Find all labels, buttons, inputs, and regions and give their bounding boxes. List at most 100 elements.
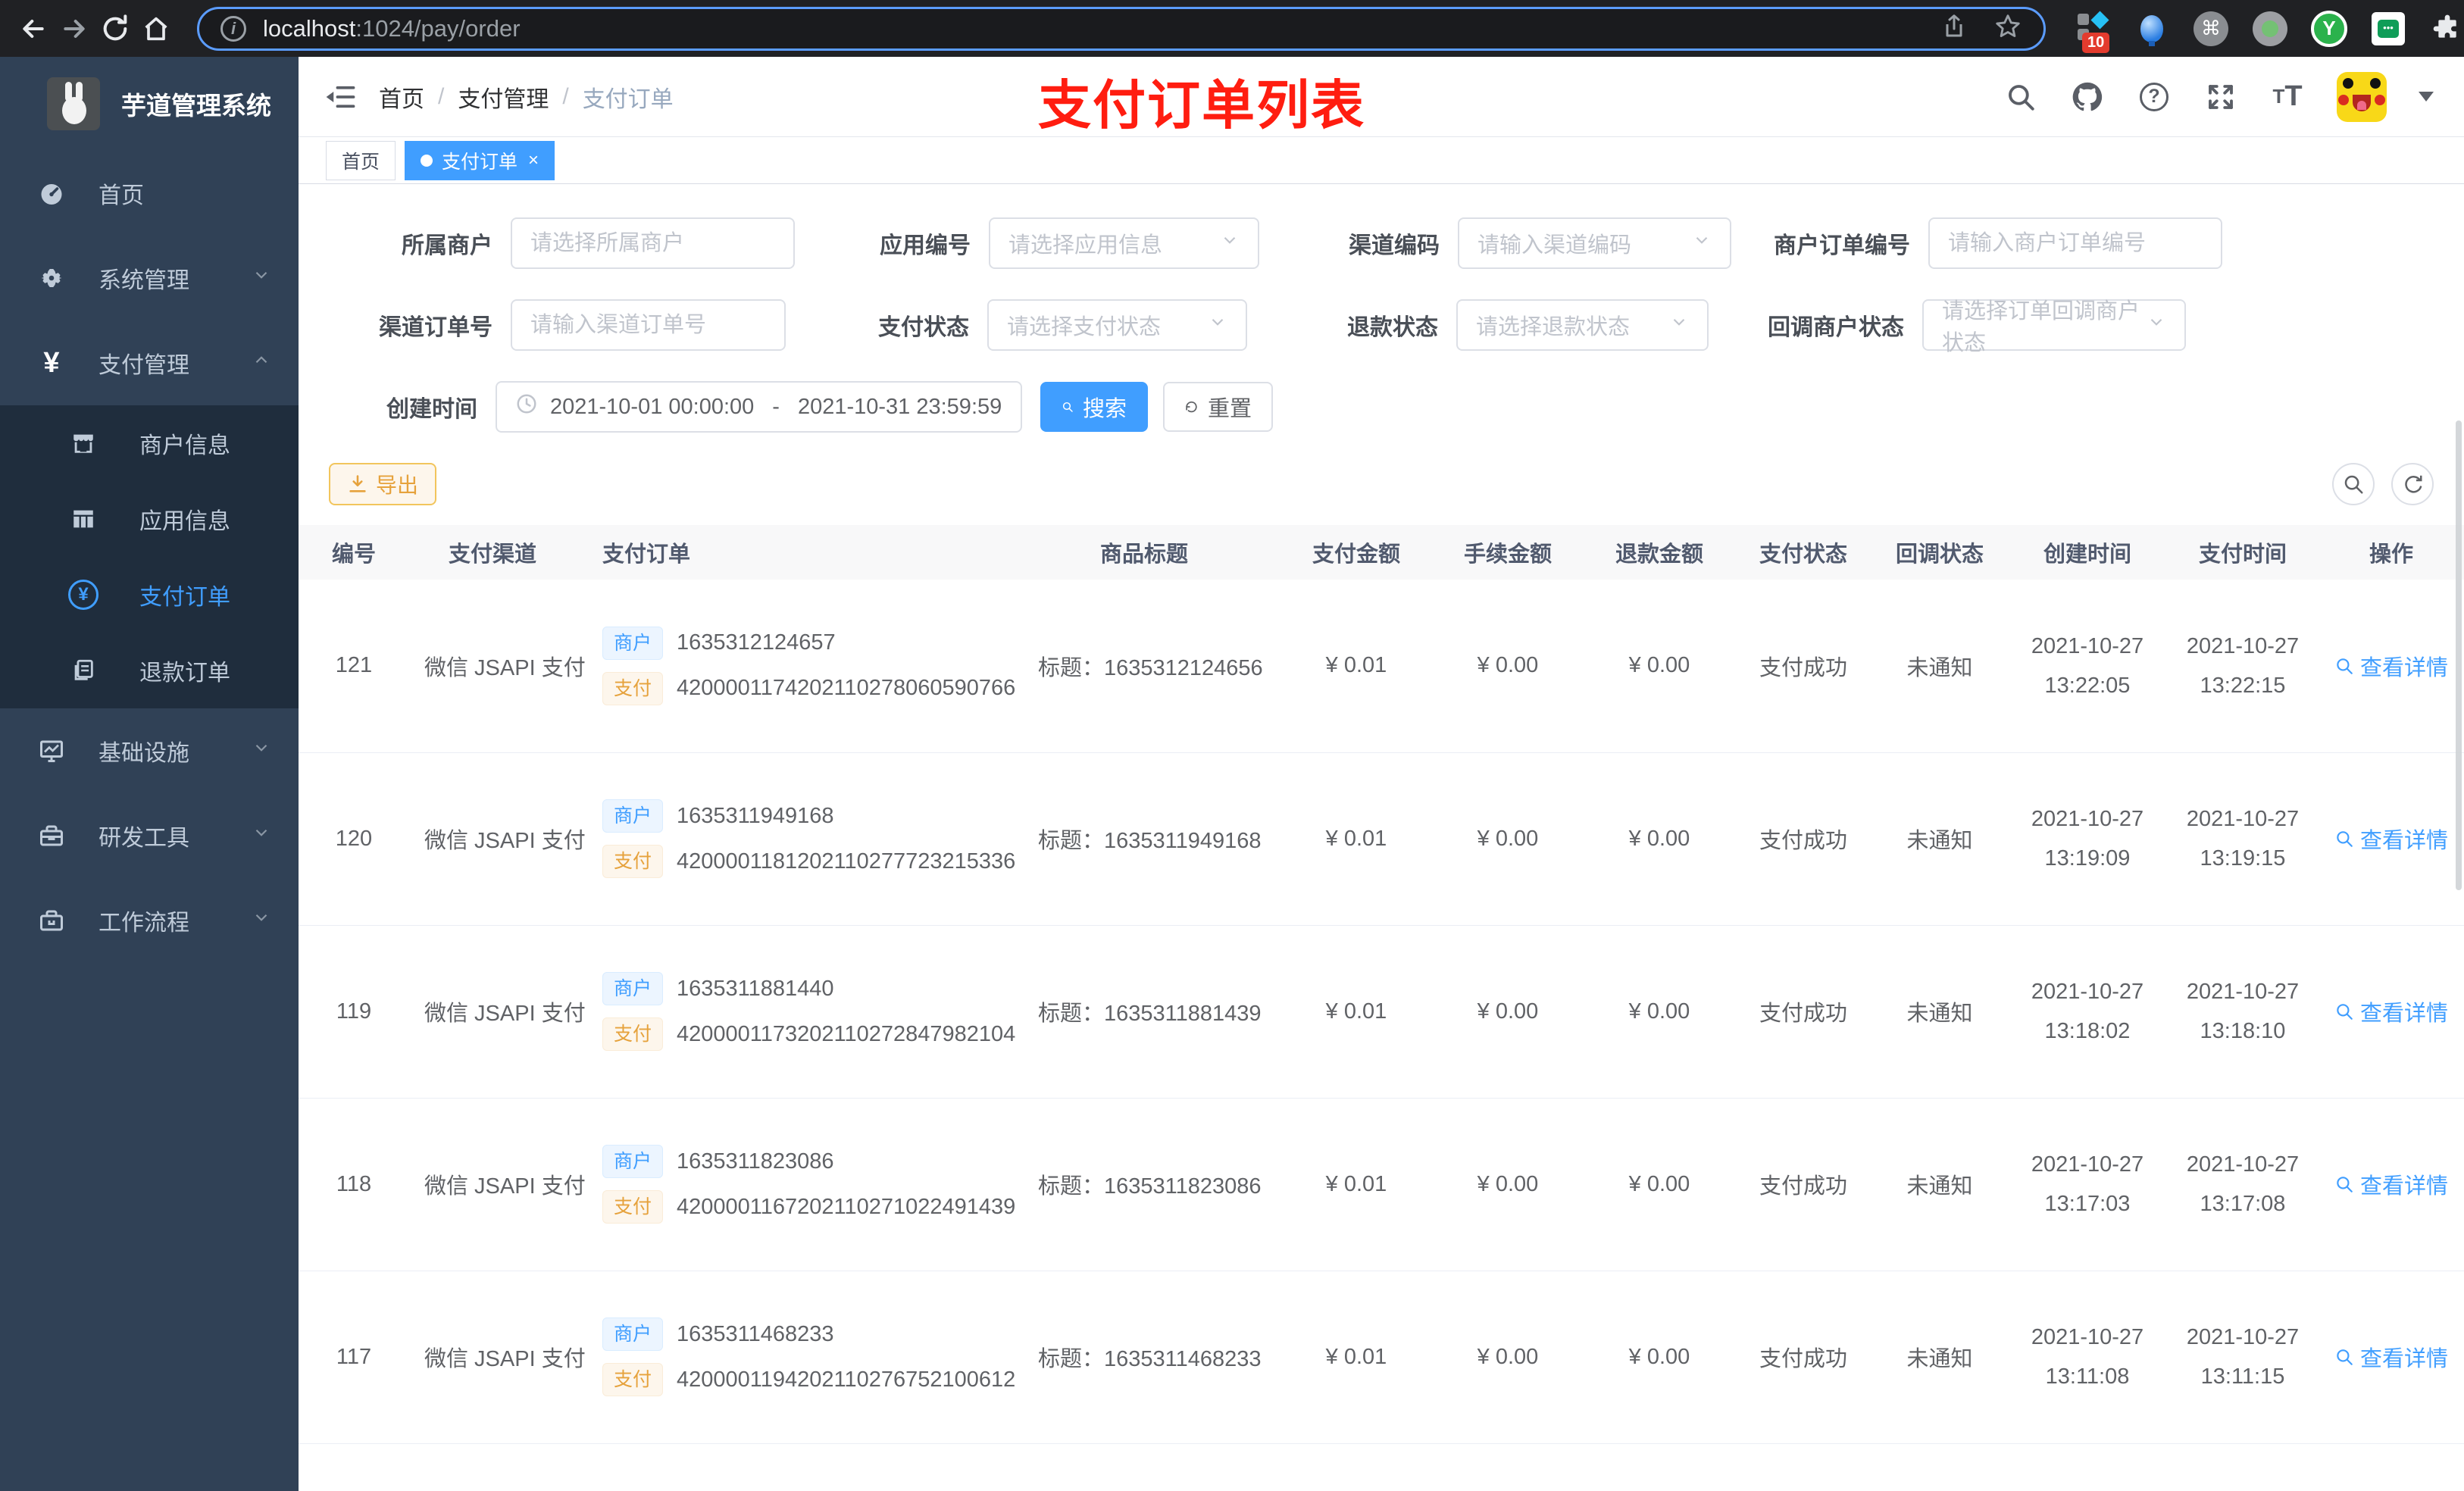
sidebar-item-infrastructure[interactable]: 基础设施	[0, 708, 299, 793]
channel-pay-no: 4200001167202110271022491439	[677, 1194, 1016, 1219]
create-time-label: 创建时间	[386, 397, 477, 422]
refund-amount: ¥ 0.00	[1584, 1271, 1735, 1444]
table-row: 120 微信 JSAPI 支付 商户 1635311949168 支付 420000…	[299, 752, 2464, 926]
merchant-input[interactable]	[511, 217, 795, 269]
breadcrumb-current: 支付订单	[582, 86, 674, 112]
topbar: 首页 / 支付管理 / 支付订单 支付订单列表 ? TT	[299, 57, 2464, 137]
pay-status: 支付成功	[1735, 925, 1871, 1099]
tab-pay-order[interactable]: 支付订单 ×	[405, 140, 555, 180]
view-detail-link[interactable]: 查看详情	[2334, 823, 2448, 855]
breadcrumb-home[interactable]: 首页	[379, 80, 424, 114]
extensions-puzzle-icon[interactable]	[2429, 11, 2464, 47]
goods-title: 标题：1635312124656	[1008, 580, 1280, 753]
extension-dot-icon[interactable]	[2252, 11, 2288, 47]
view-detail-link[interactable]: 查看详情	[2334, 650, 2448, 682]
home-icon[interactable]	[141, 11, 171, 47]
extensions-row: 10 ⌘ Y	[2075, 10, 2464, 53]
sidebar-item-merchant-info[interactable]: 商户信息	[0, 405, 299, 481]
notify-status-select[interactable]: 请选择订单回调商户状态	[1922, 299, 2186, 355]
extension-y-icon[interactable]: Y	[2311, 10, 2347, 47]
help-icon[interactable]: ?	[2137, 80, 2172, 114]
channel-order-no-input[interactable]	[511, 299, 786, 351]
extension-devtools-icon[interactable]: 10	[2075, 10, 2111, 53]
sidebar-fold-icon[interactable]	[321, 78, 359, 116]
refund-amount: ¥ 0.00	[1584, 752, 1735, 926]
yen-circle-icon: ¥	[67, 580, 100, 610]
pay-status: 支付成功	[1735, 580, 1871, 753]
sidebar-item-workflow[interactable]: 工作流程	[0, 878, 299, 963]
sidebar-item-system[interactable]: 系统管理	[0, 236, 299, 320]
sidebar-item-app-info[interactable]: 应用信息	[0, 481, 299, 557]
sidebar-item-home[interactable]: 首页	[0, 151, 299, 236]
search-icon[interactable]	[2003, 80, 2038, 114]
goods-title: 标题：1635311949168	[1008, 752, 1280, 926]
notify-status: 未通知	[1871, 580, 2008, 753]
create-time-range-input[interactable]: 2021-10-01 00:00:00 - 2021-10-31 23:59:5…	[496, 381, 1022, 433]
github-icon[interactable]	[2070, 80, 2105, 114]
goods-title: 标题：1635311468233	[1008, 1271, 1280, 1444]
channel-code-select[interactable]: 请输入渠道编码	[1458, 217, 1731, 269]
user-avatar[interactable]	[2337, 71, 2387, 122]
breadcrumb-payment[interactable]: 支付管理	[458, 80, 549, 114]
browser-toolbar: i localhost:1024/pay/order 10 ⌘ Y 更新	[0, 0, 2464, 57]
pay-status-select[interactable]: 请选择支付状态	[987, 299, 1247, 351]
extension-balloon-icon[interactable]	[2134, 11, 2170, 47]
export-button[interactable]: 导出	[329, 463, 437, 505]
merchant-order-no: 1635311823086	[677, 1149, 834, 1174]
reset-button[interactable]: 重置	[1163, 382, 1273, 432]
table-icon	[67, 506, 100, 532]
chevron-down-icon	[252, 738, 271, 764]
view-detail-link[interactable]: 查看详情	[2334, 996, 2448, 1027]
tab-close-icon[interactable]: ×	[528, 150, 539, 171]
fullscreen-icon[interactable]	[2203, 80, 2238, 114]
goods-title: 标题：1635311881439	[1008, 925, 1280, 1099]
chevron-down-icon	[1669, 312, 1689, 338]
chevron-up-icon	[252, 350, 271, 376]
sidebar-item-pay-order[interactable]: ¥ 支付订单	[0, 557, 299, 633]
channel-pay-no: 4200001181202110277723215336	[677, 849, 1016, 874]
table-toolbar: 导出	[329, 463, 2464, 505]
view-detail-link[interactable]: 查看详情	[2334, 1168, 2448, 1200]
channel-pay-no: 4200001194202110276752100612	[677, 1367, 1016, 1392]
chevron-down-icon	[252, 908, 271, 933]
date-end: 2021-10-31 23:59:59	[797, 394, 1002, 419]
refresh-button[interactable]	[2391, 463, 2434, 505]
reload-icon[interactable]	[100, 11, 130, 47]
pay-amount: ¥ 0.01	[1280, 925, 1432, 1099]
toolbox-icon	[35, 822, 68, 849]
merchant-order-no-label: 商户订单编号	[1774, 233, 1910, 258]
toggle-search-button[interactable]	[2332, 463, 2375, 505]
app-logo-row[interactable]: 芋道管理系统	[0, 57, 299, 151]
app-select[interactable]: 请选择应用信息	[989, 217, 1259, 269]
merchant-order-no-input[interactable]	[1928, 217, 2222, 269]
refund-amount: ¥ 0.00	[1584, 1098, 1735, 1271]
merchant-order-no: 1635311468233	[677, 1321, 834, 1346]
extension-command-icon[interactable]: ⌘	[2193, 11, 2229, 47]
sidebar-item-payment[interactable]: ¥ 支付管理	[0, 320, 299, 405]
table-row: 117 微信 JSAPI 支付 商户 1635311468233 支付 420000…	[299, 1271, 2464, 1444]
sidebar-item-dev-tools[interactable]: 研发工具	[0, 793, 299, 878]
avatar-caret-icon[interactable]	[2419, 92, 2434, 102]
fee-amount: ¥ 0.00	[1432, 925, 1584, 1099]
share-icon[interactable]	[1940, 13, 1968, 44]
pay-status: 支付成功	[1735, 752, 1871, 926]
merchant-tag: 商户	[602, 972, 664, 1005]
forward-icon[interactable]	[59, 11, 89, 47]
address-bar[interactable]: i localhost:1024/pay/order	[197, 6, 2046, 51]
scrollbar-thumb[interactable]	[2456, 420, 2462, 890]
bookmark-star-icon[interactable]	[1993, 12, 2022, 45]
refund-status-select[interactable]: 请选择退款状态	[1456, 299, 1709, 351]
clock-icon	[515, 392, 538, 421]
extension-chat-icon[interactable]	[2370, 11, 2406, 47]
pay-status: 支付成功	[1735, 1098, 1871, 1271]
store-icon	[67, 430, 100, 456]
chevron-down-icon	[1692, 230, 1712, 256]
merchant-tag: 商户	[602, 626, 664, 660]
view-detail-link[interactable]: 查看详情	[2334, 1341, 2448, 1373]
sidebar-item-refund-order[interactable]: 退款订单	[0, 633, 299, 708]
site-info-icon[interactable]: i	[220, 15, 246, 42]
back-icon[interactable]	[18, 11, 48, 47]
search-button[interactable]: 搜索	[1040, 382, 1148, 432]
tab-home[interactable]: 首页	[326, 140, 396, 180]
font-size-icon[interactable]: TT	[2270, 80, 2305, 114]
